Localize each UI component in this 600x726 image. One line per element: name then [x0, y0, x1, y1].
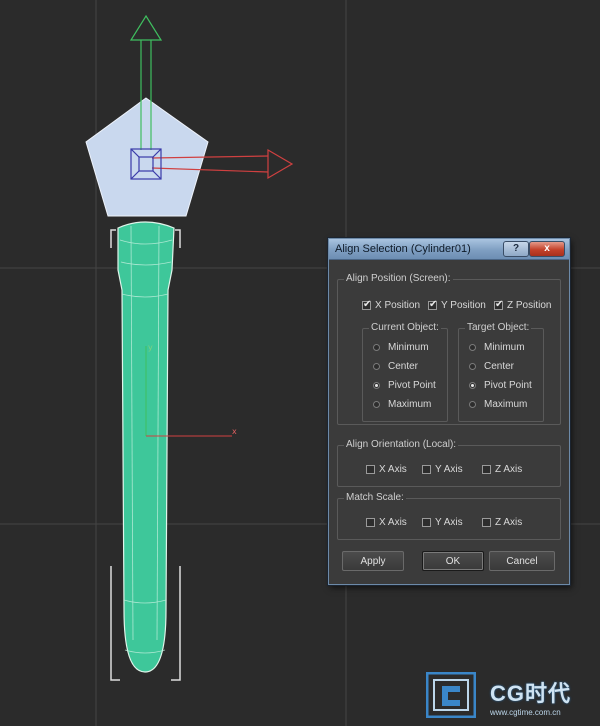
- target-maximum-radio-icon[interactable]: [469, 401, 476, 408]
- target-minimum-radio-icon[interactable]: [469, 344, 476, 351]
- local-x-label: x: [232, 427, 237, 436]
- target-maximum-label: Maximum: [484, 399, 528, 410]
- z-position-checkbox[interactable]: Z Position: [494, 299, 552, 311]
- scale-y-axis-check-icon[interactable]: [422, 518, 431, 527]
- close-button[interactable]: x: [529, 241, 565, 257]
- orient-x-axis-check-icon[interactable]: [366, 465, 375, 474]
- current-center-radio[interactable]: Center: [373, 361, 418, 372]
- current-maximum-label: Maximum: [388, 399, 432, 410]
- align-selection-dialog: Align Selection (Cylinder01) ? x Align P…: [328, 238, 570, 585]
- scale-x-axis-label: X Axis: [379, 517, 407, 528]
- z-position-label: Z Position: [507, 300, 552, 311]
- z-position-check-icon[interactable]: [494, 299, 503, 310]
- target-object-group: Target Object: Minimum Center Pivot Poin…: [458, 322, 544, 422]
- current-minimum-label: Minimum: [388, 342, 429, 353]
- orient-z-axis-check-icon[interactable]: [482, 465, 491, 474]
- align-orientation-group: Align Orientation (Local): X Axis Y Axis…: [337, 439, 561, 487]
- current-minimum-radio-icon[interactable]: [373, 344, 380, 351]
- current-maximum-radio[interactable]: Maximum: [373, 399, 431, 410]
- apply-button[interactable]: Apply: [342, 551, 404, 571]
- match-scale-label: Match Scale:: [344, 492, 406, 503]
- orient-z-axis-label: Z Axis: [495, 464, 523, 475]
- target-center-radio[interactable]: Center: [469, 361, 514, 372]
- target-maximum-radio[interactable]: Maximum: [469, 399, 527, 410]
- orient-y-axis-label: Y Axis: [435, 464, 463, 475]
- watermark-url: www.cgtime.com.cn: [490, 708, 561, 717]
- target-center-label: Center: [484, 361, 515, 372]
- current-object-group: Current Object: Minimum Center Pivot Poi…: [362, 322, 448, 422]
- dialog-titlebar[interactable]: Align Selection (Cylinder01) ? x: [329, 239, 569, 260]
- target-minimum-label: Minimum: [484, 342, 525, 353]
- current-minimum-radio[interactable]: Minimum: [373, 342, 429, 353]
- x-position-checkbox[interactable]: X Position: [362, 299, 421, 311]
- watermark: CG时代 www.cgtime.com.cn: [424, 670, 600, 726]
- current-center-radio-icon[interactable]: [373, 363, 380, 370]
- orient-z-axis-checkbox[interactable]: Z Axis: [482, 464, 522, 475]
- target-pivot-point-radio-icon[interactable]: [469, 382, 476, 389]
- y-position-checkbox[interactable]: Y Position: [428, 299, 486, 311]
- current-pivot-point-radio[interactable]: Pivot Point: [373, 380, 436, 391]
- target-pivot-point-radio[interactable]: Pivot Point: [469, 380, 532, 391]
- x-position-label: X Position: [375, 300, 421, 311]
- local-y-label: y: [148, 343, 153, 352]
- cg-logo-icon: [426, 672, 476, 718]
- scale-x-axis-checkbox[interactable]: X Axis: [366, 517, 407, 528]
- orient-y-axis-check-icon[interactable]: [422, 465, 431, 474]
- x-position-check-icon[interactable]: [362, 299, 371, 310]
- ok-button[interactable]: OK: [422, 551, 484, 571]
- orient-y-axis-checkbox[interactable]: Y Axis: [422, 464, 463, 475]
- cylinder-object[interactable]: [117, 221, 175, 673]
- scale-z-axis-check-icon[interactable]: [482, 518, 491, 527]
- dialog-title: Align Selection (Cylinder01): [335, 243, 471, 255]
- target-pivot-point-label: Pivot Point: [484, 380, 532, 391]
- current-object-label: Current Object:: [369, 322, 441, 333]
- watermark-brand: CG时代: [490, 681, 572, 706]
- cancel-button[interactable]: Cancel: [489, 551, 555, 571]
- target-object-label: Target Object:: [465, 322, 532, 333]
- target-center-radio-icon[interactable]: [469, 363, 476, 370]
- orient-x-axis-checkbox[interactable]: X Axis: [366, 464, 407, 475]
- scale-z-axis-label: Z Axis: [495, 517, 523, 528]
- target-minimum-radio[interactable]: Minimum: [469, 342, 525, 353]
- align-position-group: Align Position (Screen): X Position Y Po…: [337, 273, 561, 425]
- y-position-check-icon[interactable]: [428, 299, 437, 310]
- y-position-label: Y Position: [441, 300, 486, 311]
- align-orientation-label: Align Orientation (Local):: [344, 439, 459, 450]
- scale-y-axis-checkbox[interactable]: Y Axis: [422, 517, 463, 528]
- help-button[interactable]: ?: [503, 241, 529, 257]
- align-position-label: Align Position (Screen):: [344, 273, 453, 284]
- match-scale-group: Match Scale: X Axis Y Axis Z Axis: [337, 492, 561, 540]
- current-pivot-point-radio-icon[interactable]: [373, 382, 380, 389]
- current-center-label: Center: [388, 361, 419, 372]
- scale-z-axis-checkbox[interactable]: Z Axis: [482, 517, 522, 528]
- scale-y-axis-label: Y Axis: [435, 517, 463, 528]
- orient-x-axis-label: X Axis: [379, 464, 407, 475]
- current-pivot-point-label: Pivot Point: [388, 380, 436, 391]
- current-maximum-radio-icon[interactable]: [373, 401, 380, 408]
- scale-x-axis-check-icon[interactable]: [366, 518, 375, 527]
